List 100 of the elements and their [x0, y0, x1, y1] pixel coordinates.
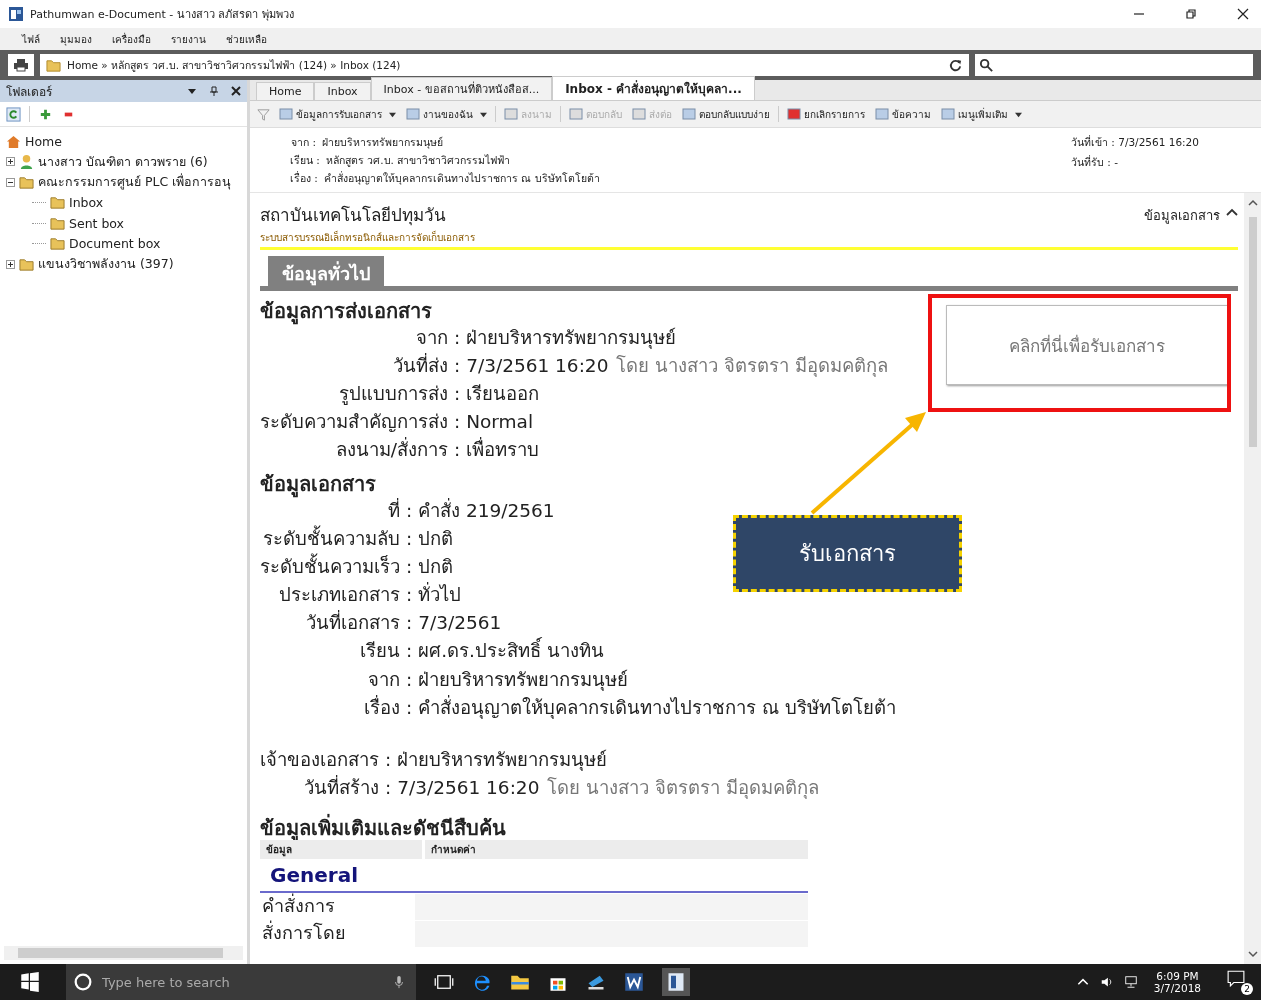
pin-icon[interactable]	[209, 86, 219, 96]
table-cell-text: คำสั่งการ	[261, 892, 336, 918]
menu-item[interactable]: รายงาน	[171, 31, 206, 47]
field-label: จาก :	[415, 325, 461, 350]
field-label: วันที่เอกสาร :	[305, 609, 413, 636]
search-field[interactable]	[975, 54, 1253, 76]
restore-icon[interactable]	[1185, 8, 1197, 20]
table-cell-text: สั่งการโดย	[261, 919, 347, 945]
clock-date[interactable]: 3/7/2018	[1153, 982, 1201, 994]
field-label: ระดับความสำคัญการส่ง :	[260, 410, 461, 435]
field-value: Normal	[466, 411, 534, 433]
folder-icon	[50, 236, 65, 252]
word-icon[interactable]	[624, 972, 644, 992]
field-value: ปกติ	[418, 555, 454, 577]
section-tab[interactable]: ข้อมูลทั่วไป	[268, 256, 384, 286]
close-icon[interactable]	[231, 86, 241, 96]
search-input[interactable]: Type here to search	[100, 973, 386, 991]
tree-item[interactable]: Sent box	[69, 215, 125, 231]
tab[interactable]: Inbox - คำสั่งอนุญาตให้บุคลา...	[552, 76, 755, 100]
notification-count: 2	[1241, 983, 1253, 995]
vertical-scrollbar[interactable]	[1244, 193, 1261, 964]
toolbar-button[interactable]: ยกเลิกรายการ	[785, 106, 867, 122]
toolbar-button[interactable]: งานของฉัน	[404, 106, 489, 122]
document-icon	[569, 107, 583, 121]
field-value: เรียนออก	[466, 382, 540, 404]
menu-item[interactable]: มุมมอง	[60, 31, 92, 47]
horizontal-scrollbar[interactable]	[4, 946, 243, 960]
folder-icon	[46, 57, 61, 73]
receive-button[interactable]: คลิกที่นี่เพื่อรับเอกสาร	[946, 305, 1228, 385]
field-label: ประเภทเอกสาร :	[278, 583, 413, 608]
field-value: ฝ่ายบริหารทรัพยากรมนุษย์	[418, 668, 629, 690]
system-subtitle: ระบบสารบรรณอิเล็กทรอนิกส์และการจัดเก็บเอกสาร	[260, 230, 475, 245]
menu-item[interactable]: ไฟล์	[22, 31, 40, 47]
home-icon	[6, 133, 21, 149]
toolbar-button[interactable]: ตอบกลับแบบง่าย	[680, 106, 772, 122]
network-icon[interactable]	[1123, 975, 1138, 989]
address-field[interactable]: Home » หลักสูตร วศ.บ. สาขาวิชาวิศวกรรมไฟฟ้า (124) » Inbox (124)	[40, 54, 969, 76]
tab[interactable]: Home	[256, 82, 315, 100]
search-icon	[979, 57, 994, 73]
close-icon[interactable]	[1237, 8, 1249, 20]
search-field[interactable]: Type here to search	[66, 964, 416, 1000]
tree-item[interactable]: Document box	[69, 236, 161, 252]
field-value: ฝ่ายบริหารทรัพยากรมนุษย์	[322, 135, 443, 151]
organization-name: สถาบันเทคโนโลยีปทุมวัน	[260, 204, 447, 228]
field-value: หลักสูตร วศ.บ. สาขาวิชาวิศวกรรมไฟฟ้า	[325, 153, 511, 169]
dropdown-icon[interactable]	[187, 86, 197, 96]
notification-button[interactable]: 2	[1227, 969, 1253, 995]
app-icon	[8, 6, 24, 22]
message-icon	[1227, 969, 1245, 987]
field-label: ลงนาม/สั่งการ :	[334, 436, 461, 463]
speaker-icon[interactable]	[1099, 975, 1114, 989]
expander-icon[interactable]	[6, 157, 15, 167]
document-icon	[875, 107, 889, 121]
toolbar-button[interactable]: ข้อความ	[873, 106, 933, 122]
scroll-thumb[interactable]	[1248, 217, 1257, 447]
field-label: รูปแบบการส่ง :	[338, 381, 461, 407]
document-icon	[406, 107, 420, 121]
document-icon	[504, 107, 518, 121]
document-icon	[787, 107, 801, 121]
task-view-icon[interactable]	[434, 972, 454, 992]
tab[interactable]: Inbox - ขอสถานที่ติวหนังสือส...	[370, 77, 553, 100]
start-icon[interactable]	[20, 972, 40, 992]
scroll-down-icon[interactable]	[1246, 948, 1259, 960]
panel-title: โฟลเดอร์	[6, 83, 52, 101]
folder-icon	[19, 256, 34, 272]
toolbar-button[interactable]: เมนูเพิ่มเติม	[939, 106, 1024, 122]
tree-item[interactable]: นางสาว บัณฑิตา ดาวพราย (6)	[38, 151, 208, 172]
field-label: ระดับชั้นความเร็ว :	[260, 552, 413, 579]
cortana-icon	[74, 973, 92, 991]
field-label: วันที่ส่ง :	[392, 352, 461, 378]
folder-icon	[19, 174, 34, 190]
person-icon	[19, 154, 34, 170]
menu-item[interactable]: ช่วยเหลือ	[226, 31, 267, 47]
window-title: Pathumwan e-Document - นางสาว ลภัสรดา พุ่มพวง	[30, 7, 294, 23]
expander-icon[interactable]	[6, 177, 15, 187]
print-button[interactable]	[8, 54, 34, 76]
tab[interactable]: Inbox	[314, 82, 371, 100]
menu-item[interactable]: เครื่องมือ	[112, 31, 151, 47]
field-value: เพื่อทราบ	[466, 439, 540, 461]
field-value: ฝ่ายบริหารทรัพยากรมนุษย์	[397, 749, 608, 771]
refresh-icon[interactable]	[948, 57, 963, 73]
field-label: จาก :	[367, 667, 413, 692]
field-value: ปกติ	[418, 527, 454, 549]
tree-item[interactable]: Inbox	[69, 195, 104, 211]
field-label: ระดับชั้นความลับ :	[262, 524, 413, 551]
field-label: วันที่สร้าง :	[303, 774, 392, 801]
app-icon[interactable]	[662, 968, 690, 996]
tree-item[interactable]: คณะกรรมการศูนย์ PLC เพื่อการอนุ	[38, 172, 232, 193]
printer-icon	[13, 57, 29, 73]
expander-icon[interactable]	[6, 259, 15, 269]
annotation-callout: รับเอกสาร	[733, 515, 962, 592]
field-value: ฝ่ายบริหารทรัพยากรมนุษย์	[466, 326, 677, 348]
tree-item[interactable]: แขนงวิชาพลังงาน (397)	[38, 254, 174, 275]
toolbar-button[interactable]: ข้อมูลการรับเอกสาร	[277, 106, 398, 122]
document-info-link[interactable]: ข้อมูลเอกสาร	[1144, 205, 1220, 226]
tree-item[interactable]: Home	[25, 133, 62, 149]
field-value: ทั่วไป	[418, 584, 462, 606]
folder-icon	[50, 195, 65, 211]
field-label: เจ้าของเอกสาร :	[260, 748, 392, 773]
clock-time[interactable]: 6:09 PM	[1156, 970, 1199, 982]
